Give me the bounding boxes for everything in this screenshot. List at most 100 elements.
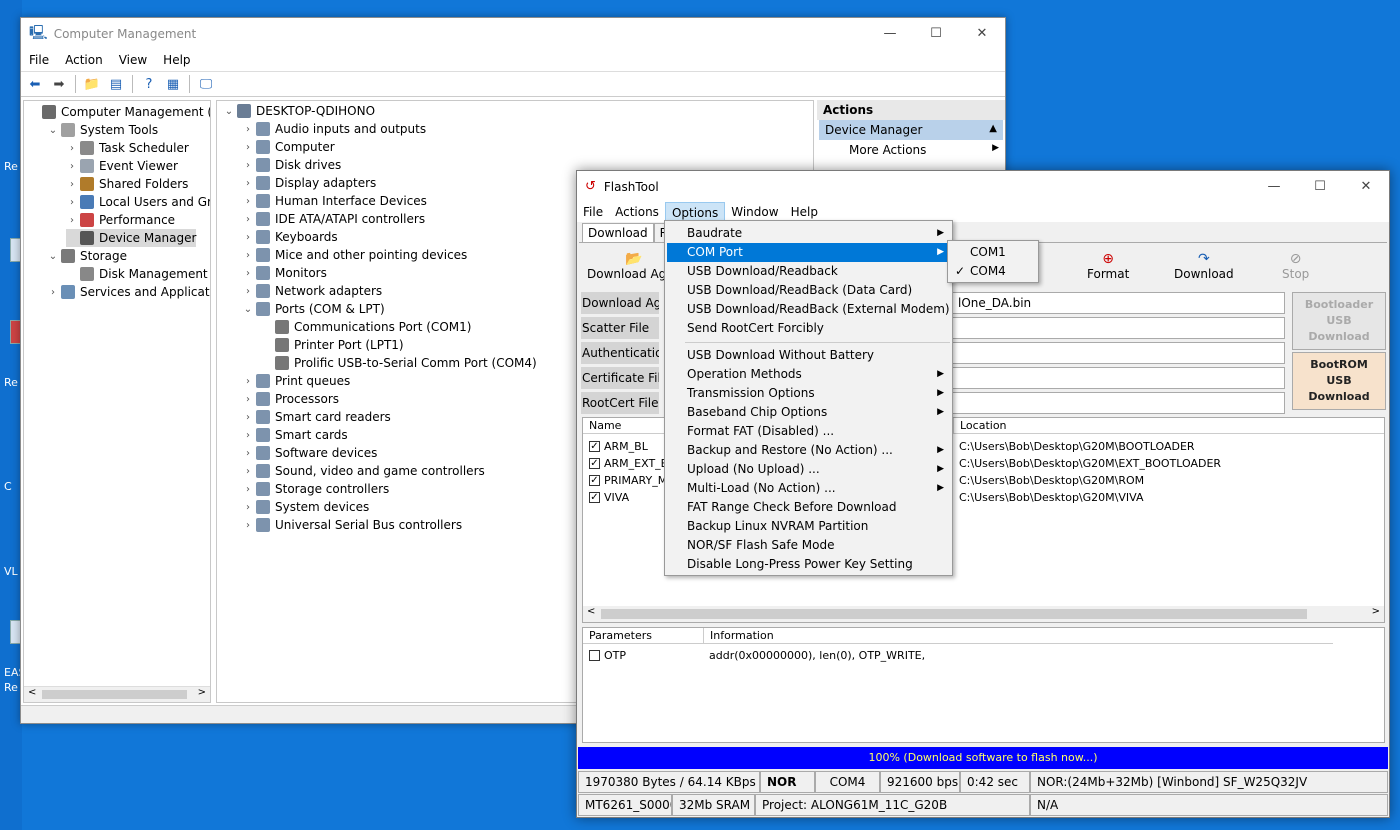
- com-port-option[interactable]: ✓ COM4: [950, 262, 1036, 281]
- chevron-right-icon[interactable]: ›: [242, 430, 254, 441]
- device-tree-item[interactable]: › Smart card readers: [242, 408, 391, 426]
- chevron-right-icon[interactable]: ›: [242, 484, 254, 495]
- device-tree-item[interactable]: › Human Interface Devices: [242, 192, 427, 210]
- tree-item[interactable]: Computer Management (Local: [28, 103, 210, 121]
- format-button[interactable]: ⊕ Format: [1087, 251, 1129, 281]
- rom-row[interactable]: ✓ PRIMARY_M: [589, 472, 667, 489]
- tree-item[interactable]: ⌄ Storage: [47, 247, 127, 265]
- device-tree-item[interactable]: Printer Port (LPT1): [261, 336, 404, 354]
- field-label[interactable]: Download Agent: [581, 292, 659, 314]
- chevron-right-icon[interactable]: ›: [242, 394, 254, 405]
- bootrom-usb-download-button[interactable]: BootROM USB Download: [1292, 352, 1386, 410]
- device-tree-item[interactable]: › Smart cards: [242, 426, 348, 444]
- tree-item[interactable]: › Event Viewer: [66, 157, 178, 175]
- chevron-right-icon[interactable]: ›: [242, 520, 254, 531]
- options-menu-item[interactable]: Backup Linux NVRAM Partition: [667, 517, 950, 536]
- device-tree-item[interactable]: › Monitors: [242, 264, 327, 282]
- tree-item[interactable]: › Shared Folders: [66, 175, 188, 193]
- close-button[interactable]: ✕: [959, 18, 1005, 49]
- rom-checkbox[interactable]: ✓: [589, 492, 600, 503]
- scroll-left-icon[interactable]: <: [28, 687, 36, 698]
- options-menu-item[interactable]: Baseband Chip Options ▶: [667, 403, 950, 422]
- col-information-header[interactable]: Information: [703, 628, 1333, 644]
- chevron-right-icon[interactable]: ›: [66, 179, 78, 190]
- chevron-down-icon[interactable]: ⌄: [223, 106, 235, 117]
- maximize-button[interactable]: ☐: [1297, 171, 1343, 202]
- options-menu-item[interactable]: USB Download Without Battery: [667, 346, 950, 365]
- actions-device-manager[interactable]: Device Manager ▲: [819, 120, 1003, 140]
- field-path-input[interactable]: [951, 342, 1285, 364]
- chevron-right-icon[interactable]: ›: [242, 178, 254, 189]
- chevron-right-icon[interactable]: ›: [47, 287, 59, 298]
- tree-item[interactable]: › Task Scheduler: [66, 139, 189, 157]
- minimize-button[interactable]: —: [1251, 171, 1297, 202]
- ft-titlebar[interactable]: ↺ FlashTool — ☐ ✕: [577, 171, 1389, 202]
- options-menu-item[interactable]: FAT Range Check Before Download: [667, 498, 950, 517]
- device-tree-item[interactable]: › Software devices: [242, 444, 377, 462]
- field-label[interactable]: Certificate File: [581, 367, 659, 389]
- device-tree-item[interactable]: › Sound, video and game controllers: [242, 462, 485, 480]
- tree-item[interactable]: Device Manager: [66, 229, 197, 247]
- device-tree-item[interactable]: › System devices: [242, 498, 369, 516]
- field-label[interactable]: RootCert File: [581, 392, 659, 414]
- minimize-button[interactable]: —: [867, 18, 913, 49]
- device-tree-item[interactable]: › Storage controllers: [242, 480, 389, 498]
- menu-options[interactable]: Options: [664, 202, 726, 222]
- properties-icon[interactable]: ▦: [163, 74, 183, 94]
- tree-item[interactable]: Disk Management: [66, 265, 208, 283]
- options-menu-item[interactable]: Format FAT (Disabled) ...: [667, 422, 950, 441]
- device-tree-item[interactable]: › Mice and other pointing devices: [242, 246, 467, 264]
- grid-scrollbar[interactable]: < >: [583, 606, 1384, 622]
- chevron-right-icon[interactable]: ›: [242, 250, 254, 261]
- device-tree-item[interactable]: › Audio inputs and outputs: [242, 120, 426, 138]
- device-tree-item[interactable]: › Print queues: [242, 372, 350, 390]
- col-parameters-header[interactable]: Parameters: [583, 628, 703, 644]
- menu-window[interactable]: Window: [725, 202, 784, 222]
- scroll-right-icon[interactable]: >: [198, 687, 206, 698]
- chevron-right-icon[interactable]: ›: [66, 197, 78, 208]
- device-tree-item[interactable]: › Network adapters: [242, 282, 382, 300]
- device-tree-item[interactable]: ⌄ Ports (COM & LPT): [242, 300, 385, 318]
- field-path-input[interactable]: lOne_DA.bin: [951, 292, 1285, 314]
- scroll-thumb[interactable]: [601, 609, 1307, 619]
- chevron-down-icon[interactable]: ⌄: [47, 125, 59, 136]
- param-row-otp[interactable]: OTP: [589, 647, 626, 664]
- device-tree-item[interactable]: › Display adapters: [242, 174, 376, 192]
- menu-actions[interactable]: Actions: [609, 202, 665, 222]
- options-menu-item[interactable]: USB Download/ReadBack (External Modem): [667, 300, 950, 319]
- tree-item[interactable]: › Services and Applications: [47, 283, 210, 301]
- chevron-right-icon[interactable]: ›: [66, 215, 78, 226]
- collapse-up-icon[interactable]: ▲: [989, 123, 997, 137]
- tab-download[interactable]: Download: [582, 223, 654, 243]
- device-tree-item[interactable]: ⌄ DESKTOP-QDIHONO: [223, 102, 375, 120]
- options-menu-item[interactable]: USB Download/Readback: [667, 262, 950, 281]
- rom-row[interactable]: ✓ ARM_BL: [589, 438, 648, 455]
- menu-view[interactable]: View: [111, 49, 155, 71]
- chevron-right-icon[interactable]: ›: [242, 466, 254, 477]
- menu-help[interactable]: Help: [785, 202, 824, 222]
- chevron-right-icon[interactable]: ›: [242, 412, 254, 423]
- chevron-right-icon[interactable]: ›: [242, 196, 254, 207]
- chevron-right-icon[interactable]: ›: [242, 232, 254, 243]
- device-tree-item[interactable]: › IDE ATA/ATAPI controllers: [242, 210, 425, 228]
- options-menu-item[interactable]: Multi-Load (No Action) ... ▶: [667, 479, 950, 498]
- chevron-down-icon[interactable]: ⌄: [47, 251, 59, 262]
- rom-row[interactable]: ✓ VIVA: [589, 489, 629, 506]
- options-menu-item[interactable]: Operation Methods ▶: [667, 365, 950, 384]
- com-port-option[interactable]: COM1: [950, 243, 1036, 262]
- chevron-right-icon[interactable]: ›: [242, 142, 254, 153]
- stop-button[interactable]: ⊘ Stop: [1282, 251, 1309, 281]
- options-menu-item[interactable]: NOR/SF Flash Safe Mode: [667, 536, 950, 555]
- chevron-right-icon[interactable]: ›: [242, 214, 254, 225]
- tree-item[interactable]: ⌄ System Tools: [47, 121, 158, 139]
- chevron-down-icon[interactable]: ⌄: [242, 304, 254, 315]
- options-menu-item[interactable]: Send RootCert Forcibly: [667, 319, 950, 338]
- chevron-right-icon[interactable]: ›: [242, 268, 254, 279]
- bootloader-usb-download-button[interactable]: Bootloader USB Download: [1292, 292, 1386, 350]
- maximize-button[interactable]: ☐: [913, 18, 959, 49]
- field-path-input[interactable]: [951, 367, 1285, 389]
- menu-action[interactable]: Action: [57, 49, 111, 71]
- close-button[interactable]: ✕: [1343, 171, 1389, 202]
- col-location-header[interactable]: Location: [953, 418, 1384, 434]
- field-path-input[interactable]: [951, 392, 1285, 414]
